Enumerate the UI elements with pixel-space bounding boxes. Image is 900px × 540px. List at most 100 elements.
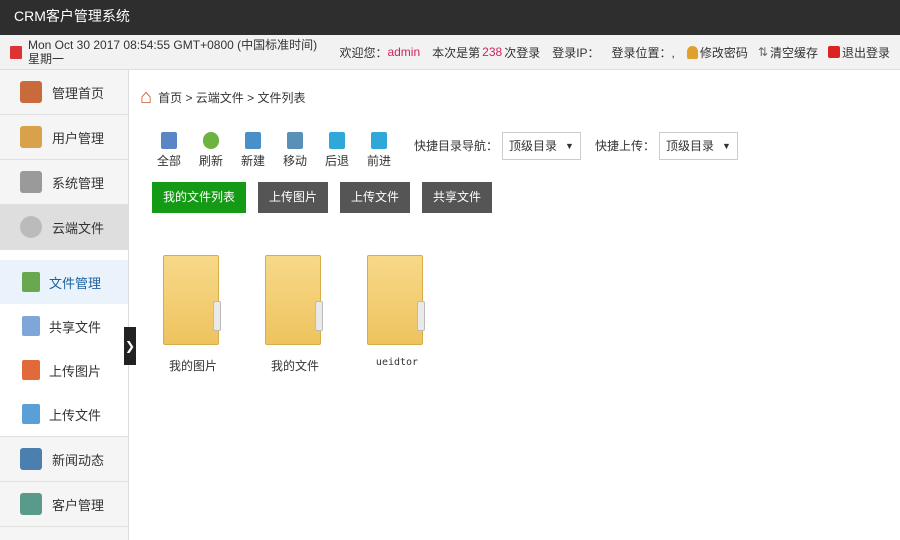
folder-item[interactable]: ueidtor [367,255,427,368]
login-ip-group: 登录IP： [552,44,601,61]
toolbar: 全部 刷新 新建 移动 后退 前进 快捷目录导航： 顶级目录 ▼ 快捷上传： 顶级… [148,132,738,169]
share-icon [22,316,40,336]
forward-button[interactable]: 前进 [358,132,400,169]
info-bar: Mon Oct 30 2017 08:54:55 GMT+0800 (中国标准时… [0,35,900,70]
datetime: Mon Oct 30 2017 08:54:55 GMT+0800 (中国标准时… [28,38,318,66]
cloud-icon [20,216,42,238]
breadcrumb-current: 文件列表 [257,91,306,105]
my-files-button[interactable]: 我的文件列表 [152,182,247,213]
move-icon [287,132,303,149]
sidebar-item-label: 新闻动态 [52,452,105,468]
toolbar-label: 新建 [240,154,265,168]
submenu-shared-files[interactable]: 共享文件 [0,304,128,348]
upload-file-icon [22,404,40,424]
submenu-label: 文件管理 [49,275,102,291]
sidebar-item-label: 客户管理 [52,497,105,513]
shared-files-button[interactable]: 共享文件 [422,182,493,213]
folder-icon [163,255,221,345]
all-button[interactable]: 全部 [148,132,190,169]
folder-icon [265,255,323,345]
forward-icon [371,132,387,149]
user-icon [686,45,698,59]
sidebar-item-system[interactable]: 系统管理 [0,160,128,205]
datetime-group: Mon Oct 30 2017 08:54:55 GMT+0800 (中国标准时… [28,38,329,66]
home-icon [20,81,42,103]
new-icon [245,132,261,149]
main-content: ⌂ 首页 > 云端文件 > 文件列表 全部 刷新 新建 移动 后退 前进 快捷目… [130,70,900,540]
back-button[interactable]: 后退 [316,132,358,169]
clear-cache-link[interactable]: 清空缓存 [770,44,818,61]
sidebar-item-users[interactable]: 用户管理 [0,115,128,160]
folder-item[interactable]: 我的图片 [163,255,223,374]
dropdown-arrow-icon: ▼ [565,141,574,151]
new-button[interactable]: 新建 [232,132,274,169]
breadcrumb-home[interactable]: 首页 [158,89,182,106]
move-button[interactable]: 移动 [274,132,316,169]
refresh-button[interactable]: 刷新 [190,132,232,169]
sidebar-item-cloud-files[interactable]: 云端文件 [0,205,128,250]
login-count-group: 本次是第 238 次登录 [432,44,542,61]
logout-link[interactable]: 退出登录 [842,44,890,61]
refresh-icon: ⇅ [757,45,768,59]
toolbar-label: 全部 [156,154,181,168]
change-password-link[interactable]: 修改密码 [700,44,748,61]
breadcrumb-cloud[interactable]: 云端文件 [196,89,244,106]
back-icon [329,132,345,149]
quick-upload-select[interactable]: 顶级目录 ▼ [658,132,738,160]
toolbar-label: 移动 [282,154,307,168]
submenu-label: 上传图片 [49,363,102,379]
sidebar-item-news[interactable]: 新闻动态 [0,437,128,482]
login-count-prefix: 本次是第 [432,45,481,60]
refresh-icon [203,132,219,149]
folder-item[interactable]: 我的文件 [265,255,325,374]
submenu-upload-image[interactable]: 上传图片 [0,348,128,392]
quick-upload-label: 快捷上传： [594,139,655,153]
toolbar-label: 前进 [366,154,391,168]
calendar-group [10,45,28,59]
app-title: CRM客户管理系统 [0,0,900,35]
sidebar-item-customers[interactable]: 客户管理 [0,482,128,527]
submenu-file-management[interactable]: 文件管理 [0,260,128,304]
sidebar-item-label: 云端文件 [52,220,105,236]
login-count-suffix: 次登录 [504,45,541,60]
users-icon [20,126,42,148]
logout-group[interactable]: 退出登录 [827,44,892,61]
sidebar-item-label: 管理首页 [52,85,105,101]
quick-nav-value: 顶级目录 [509,139,558,153]
login-location-group: 登录位置：, [612,44,677,61]
username: admin [387,45,421,59]
power-icon [827,46,840,58]
sidebar-item-home[interactable]: 管理首页 [0,70,128,115]
home-icon: ⌂ [140,86,153,108]
quick-nav-label: 快捷目录导航： [414,139,499,153]
folder-icon [367,255,425,345]
upload-image-button[interactable]: 上传图片 [258,182,329,213]
sidebar-item-label: 系统管理 [52,175,105,191]
file-icon [22,272,40,292]
clear-cache-group[interactable]: ⇅ 清空缓存 [758,44,820,61]
welcome-group: 欢迎您： admin [339,44,422,61]
login-ip: 登录IP： [552,45,600,60]
tools-icon [20,171,42,193]
calendar-icon [10,45,22,59]
folder-name: ueidtor [375,357,419,368]
change-password-group[interactable]: 修改密码 [686,44,750,61]
dropdown-arrow-icon: ▼ [721,141,731,151]
toolbar-label: 后退 [324,154,349,168]
customers-icon [20,493,42,515]
toolbar-label: 刷新 [198,154,223,168]
sidebar: 管理首页 用户管理 系统管理 云端文件 文件管理 共享文件 上传图片 上传文件 … [0,70,129,540]
login-location: 登录位置：, [611,45,675,60]
grid-icon [161,132,177,149]
folder-name: 我的图片 [168,359,217,373]
breadcrumb: ⌂ 首页 > 云端文件 > 文件列表 [140,86,306,108]
upload-file-button[interactable]: 上传文件 [340,182,411,213]
submenu-label: 上传文件 [49,407,102,423]
sidebar-item-label: 用户管理 [52,130,105,146]
quick-nav-select[interactable]: 顶级目录 ▼ [502,132,581,160]
image-icon [22,360,40,380]
submenu-upload-file[interactable]: 上传文件 [0,392,128,436]
submenu-label: 共享文件 [49,319,102,335]
welcome-label: 欢迎您： [339,45,388,60]
login-count: 238 [482,45,503,59]
